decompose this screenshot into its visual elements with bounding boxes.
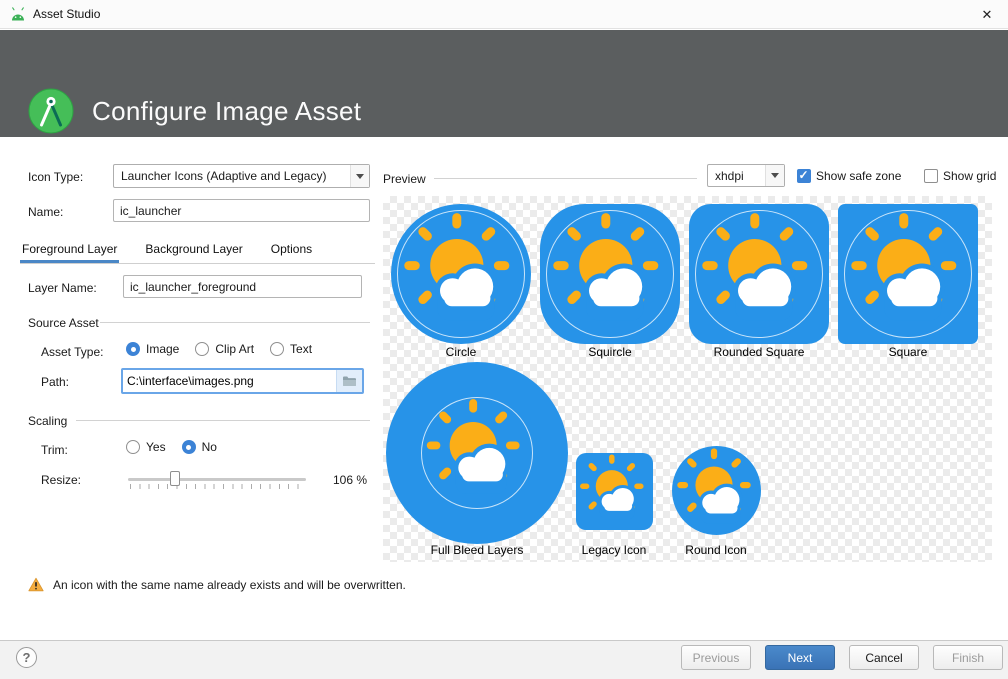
- preview-canvas: Circle Squircle Rounded Square Square Fu…: [383, 196, 992, 562]
- app-icon: [10, 7, 26, 22]
- layer-tabs: Foreground Layer Background Layer Option…: [20, 238, 314, 263]
- preview-tile-full-bleed: [386, 362, 568, 544]
- radio-trim-no-control[interactable]: [182, 440, 196, 454]
- resize-value: 106 %: [333, 473, 367, 487]
- tab-options[interactable]: Options: [269, 238, 314, 263]
- resize-slider-ticks: [130, 484, 306, 489]
- resize-slider-track[interactable]: [128, 478, 306, 481]
- preview-tile-squircle: [540, 204, 680, 344]
- show-grid-control[interactable]: [924, 169, 938, 183]
- cancel-button[interactable]: Cancel: [849, 645, 919, 670]
- page-title: Configure Image Asset: [92, 96, 361, 127]
- radio-clip-art-label: Clip Art: [215, 342, 254, 356]
- preview-section-label: Preview: [383, 172, 426, 186]
- radio-text-label: Text: [290, 342, 312, 356]
- finish-button[interactable]: Finish: [933, 645, 1003, 670]
- browse-folder-icon[interactable]: [336, 370, 362, 392]
- radio-text-control[interactable]: [270, 342, 284, 356]
- warning-icon: [28, 577, 44, 592]
- next-button[interactable]: Next: [765, 645, 835, 670]
- radio-clip-art-control[interactable]: [195, 342, 209, 356]
- asset-type-radio-group: Image Clip Art Text: [126, 342, 312, 356]
- tab-background-layer[interactable]: Background Layer: [143, 238, 244, 263]
- tile-label: Rounded Square: [689, 345, 829, 359]
- previous-button[interactable]: Previous: [681, 645, 751, 670]
- layer-name-label: Layer Name:: [28, 281, 97, 295]
- radio-image-control[interactable]: [126, 342, 140, 356]
- radio-image[interactable]: Image: [126, 342, 179, 356]
- tile-label: Full Bleed Layers: [386, 543, 568, 557]
- layer-name-input[interactable]: [123, 275, 362, 298]
- help-button[interactable]: ?: [16, 647, 37, 668]
- resize-slider[interactable]: [128, 469, 306, 491]
- preview-divider: [434, 178, 697, 179]
- path-field[interactable]: [121, 368, 364, 394]
- radio-trim-yes-label: Yes: [146, 440, 166, 454]
- tile-label: Legacy Icon: [554, 543, 674, 557]
- show-safe-zone-control[interactable]: [797, 169, 811, 183]
- asset-type-label: Asset Type:: [41, 345, 103, 359]
- android-studio-logo-icon: [28, 88, 74, 134]
- chevron-down-icon: [350, 165, 369, 187]
- preview-tile-circle: [391, 204, 531, 344]
- source-asset-section-label: Source Asset: [28, 316, 99, 330]
- resize-label: Resize:: [41, 473, 81, 487]
- tile-label: Squircle: [540, 345, 680, 359]
- show-safe-zone-checkbox[interactable]: Show safe zone: [797, 169, 901, 183]
- name-input[interactable]: [113, 199, 370, 222]
- wizard-header: Configure Image Asset: [0, 30, 1008, 137]
- icon-type-value: Launcher Icons (Adaptive and Legacy): [121, 169, 350, 183]
- show-grid-checkbox[interactable]: Show grid: [924, 169, 996, 183]
- tile-label: Square: [838, 345, 978, 359]
- path-label: Path:: [41, 375, 69, 389]
- resize-slider-thumb[interactable]: [170, 471, 180, 486]
- scaling-divider: [76, 420, 370, 421]
- show-grid-label: Show grid: [943, 169, 996, 183]
- radio-image-label: Image: [146, 342, 179, 356]
- radio-trim-yes-control[interactable]: [126, 440, 140, 454]
- chevron-down-icon: [765, 165, 784, 186]
- window-title: Asset Studio: [33, 7, 100, 21]
- icon-type-label: Icon Type:: [28, 170, 83, 184]
- name-label: Name:: [28, 205, 63, 219]
- density-select[interactable]: xhdpi: [707, 164, 785, 187]
- preview-tile-square: [838, 204, 978, 344]
- close-icon[interactable]: ✕: [966, 0, 1008, 29]
- title-bar[interactable]: Asset Studio: [0, 0, 1008, 29]
- warning-row: An icon with the same name already exist…: [28, 577, 406, 592]
- radio-trim-no-label: No: [202, 440, 217, 454]
- preview-tile-legacy: [576, 453, 653, 530]
- preview-tile-round: [672, 446, 761, 535]
- tab-foreground-layer[interactable]: Foreground Layer: [20, 238, 119, 263]
- tile-label: Circle: [391, 345, 531, 359]
- radio-trim-yes[interactable]: Yes: [126, 440, 166, 454]
- preview-tile-rounded-square: [689, 204, 829, 344]
- tile-label: Round Icon: [666, 543, 766, 557]
- density-value: xhdpi: [715, 169, 765, 183]
- radio-trim-no[interactable]: No: [182, 440, 217, 454]
- asset-studio-window: Asset Studio ✕ Configure Image Asset Ico…: [0, 0, 1008, 679]
- show-safe-zone-label: Show safe zone: [816, 169, 901, 183]
- path-input[interactable]: [123, 370, 336, 392]
- radio-clip-art[interactable]: Clip Art: [195, 342, 254, 356]
- warning-text: An icon with the same name already exist…: [53, 578, 406, 592]
- radio-text[interactable]: Text: [270, 342, 312, 356]
- trim-radio-group: Yes No: [126, 440, 217, 454]
- icon-type-select[interactable]: Launcher Icons (Adaptive and Legacy): [113, 164, 370, 188]
- tabs-divider: [20, 263, 375, 264]
- scaling-section-label: Scaling: [28, 414, 67, 428]
- source-asset-divider: [100, 322, 370, 323]
- trim-label: Trim:: [41, 443, 68, 457]
